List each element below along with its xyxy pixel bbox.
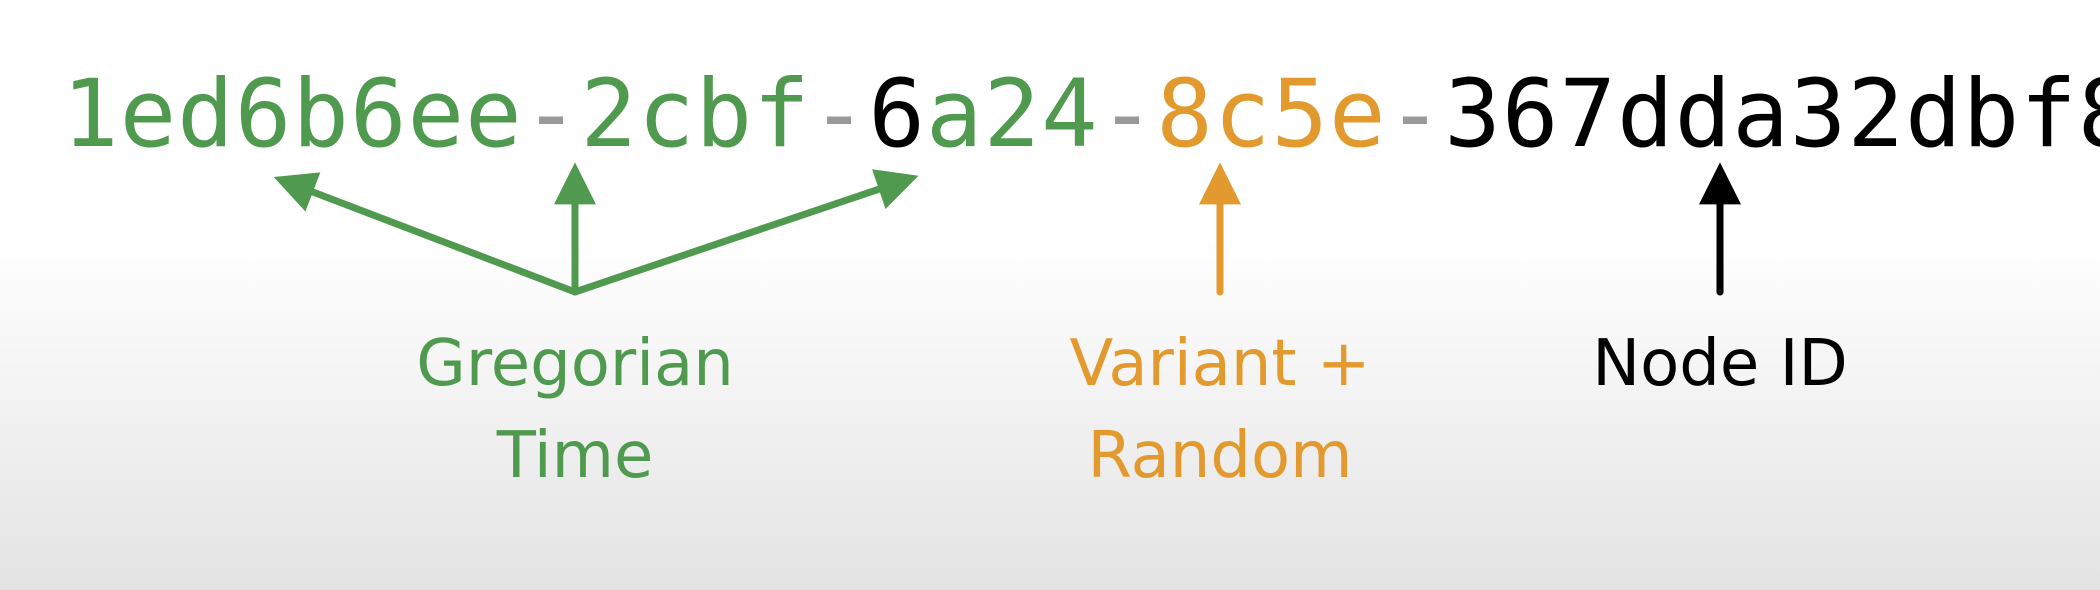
- node-id-label: Node ID: [1520, 318, 1920, 410]
- arrow-up-left-icon: [273, 172, 579, 296]
- arrow-up-right-icon: [571, 169, 919, 296]
- variant-label-line1: Variant +: [1069, 327, 1371, 401]
- uuid-diagram: 1ed6b6ee-2cbf-6a24-8c5e-367dda32dbf8 Gre…: [0, 0, 2100, 590]
- gregorian-arrows: [273, 162, 919, 296]
- gregorian-time-label: Gregorian Time: [375, 318, 775, 502]
- node-label-line1: Node ID: [1592, 327, 1848, 401]
- gregorian-label-line1: Gregorian: [416, 327, 734, 401]
- gregorian-label-line2: Time: [496, 419, 654, 493]
- variant-label-line2: Random: [1087, 419, 1353, 493]
- variant-random-label: Variant + Random: [1020, 318, 1420, 502]
